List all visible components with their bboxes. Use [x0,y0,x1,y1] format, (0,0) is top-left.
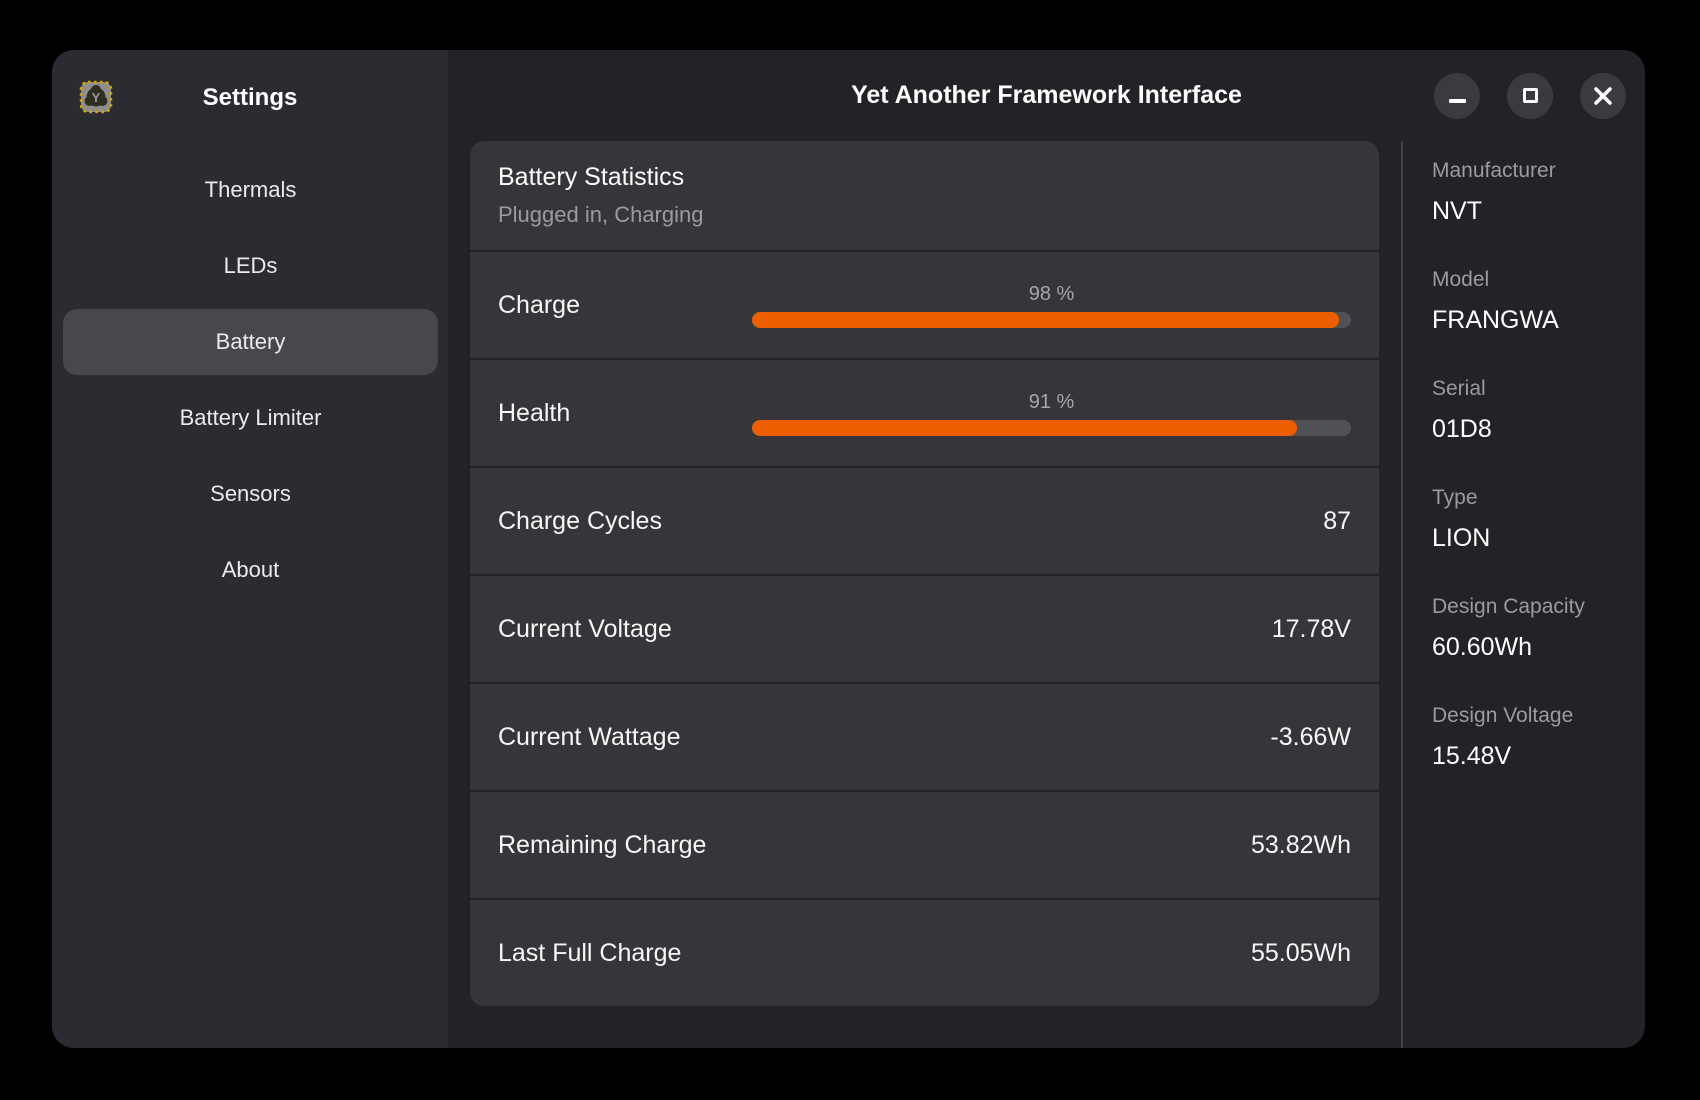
sidebar-item-leds[interactable]: LEDs [63,233,438,299]
charge-row: Charge 98 % [470,250,1379,358]
close-icon [1594,87,1612,105]
minimize-button[interactable] [1434,73,1480,119]
sidebar-header: Y Settings [52,50,448,146]
minimize-icon [1449,99,1466,103]
card-header: Battery Statistics Plugged in, Charging [470,141,1379,250]
health-percent-label: 91 % [1029,391,1075,414]
model-entry: Model FRANGWA [1432,268,1635,335]
maximize-icon [1523,88,1538,103]
remaining-charge-row: Remaining Charge 53.82Wh [470,790,1379,898]
last-full-charge-label: Last Full Charge [498,939,681,968]
current-wattage-value: -3.66W [1270,723,1351,752]
charge-cycles-label: Charge Cycles [498,507,662,536]
titlebar: Yet Another Framework Interface [448,50,1645,141]
content-area: Battery Statistics Plugged in, Charging … [448,141,1645,1048]
type-label: Type [1432,486,1635,510]
sidebar-item-battery[interactable]: Battery [63,309,438,375]
design-capacity-label: Design Capacity [1432,595,1635,619]
sidebar-item-sensors[interactable]: Sensors [63,461,438,527]
design-voltage-value: 15.48V [1432,742,1635,771]
health-row: Health 91 % [470,358,1379,466]
app-gear-chip-icon: Y [78,79,114,115]
charging-status-text: Plugged in, Charging [498,202,703,228]
type-entry: Type LION [1432,486,1635,553]
sidebar-item-thermals[interactable]: Thermals [63,157,438,223]
charge-cycles-value: 87 [1323,507,1351,536]
window-controls [1434,50,1626,141]
remaining-charge-label: Remaining Charge [498,831,706,860]
model-value: FRANGWA [1432,306,1635,335]
manufacturer-entry: Manufacturer NVT [1432,159,1635,226]
maximize-button[interactable] [1507,73,1553,119]
charge-progress-fill [752,312,1339,328]
health-progress-track [752,420,1351,436]
manufacturer-value: NVT [1432,197,1635,226]
sidebar-item-battery-limiter[interactable]: Battery Limiter [63,385,438,451]
sidebar: Y Settings Thermals LEDs Battery Battery… [52,50,448,1048]
charge-label: Charge [498,291,752,320]
sidebar-item-about[interactable]: About [63,537,438,603]
battery-info-panel: Manufacturer NVT Model FRANGWA Serial 01… [1401,141,1645,1048]
current-voltage-row: Current Voltage 17.78V [470,574,1379,682]
design-capacity-entry: Design Capacity 60.60Wh [1432,595,1635,662]
sidebar-nav: Thermals LEDs Battery Battery Limiter Se… [52,146,448,603]
serial-entry: Serial 01D8 [1432,377,1635,444]
app-window: Y Settings Thermals LEDs Battery Battery… [52,50,1645,1048]
type-value: LION [1432,524,1635,553]
battery-statistics-card: Battery Statistics Plugged in, Charging … [470,141,1379,1006]
sidebar-title: Settings [203,84,298,112]
svg-text:Y: Y [92,90,101,105]
last-full-charge-row: Last Full Charge 55.05Wh [470,898,1379,1006]
right-section: Yet Another Framework Interface [448,50,1645,1048]
serial-label: Serial [1432,377,1635,401]
remaining-charge-value: 53.82Wh [1251,831,1351,860]
close-button[interactable] [1580,73,1626,119]
design-capacity-value: 60.60Wh [1432,633,1635,662]
last-full-charge-value: 55.05Wh [1251,939,1351,968]
charge-cycles-row: Charge Cycles 87 [470,466,1379,574]
charge-bar-area: 98 % [752,283,1351,328]
health-progress-fill [752,420,1297,436]
design-voltage-entry: Design Voltage 15.48V [1432,704,1635,771]
design-voltage-label: Design Voltage [1432,704,1635,728]
charge-percent-label: 98 % [1029,283,1075,306]
serial-value: 01D8 [1432,415,1635,444]
manufacturer-label: Manufacturer [1432,159,1635,183]
card-title: Battery Statistics [498,163,684,192]
model-label: Model [1432,268,1635,292]
current-wattage-label: Current Wattage [498,723,680,752]
health-bar-area: 91 % [752,391,1351,436]
current-voltage-label: Current Voltage [498,615,672,644]
health-label: Health [498,399,752,428]
charge-progress-track [752,312,1351,328]
current-wattage-row: Current Wattage -3.66W [470,682,1379,790]
main-content: Battery Statistics Plugged in, Charging … [448,141,1401,1048]
current-voltage-value: 17.78V [1272,615,1351,644]
